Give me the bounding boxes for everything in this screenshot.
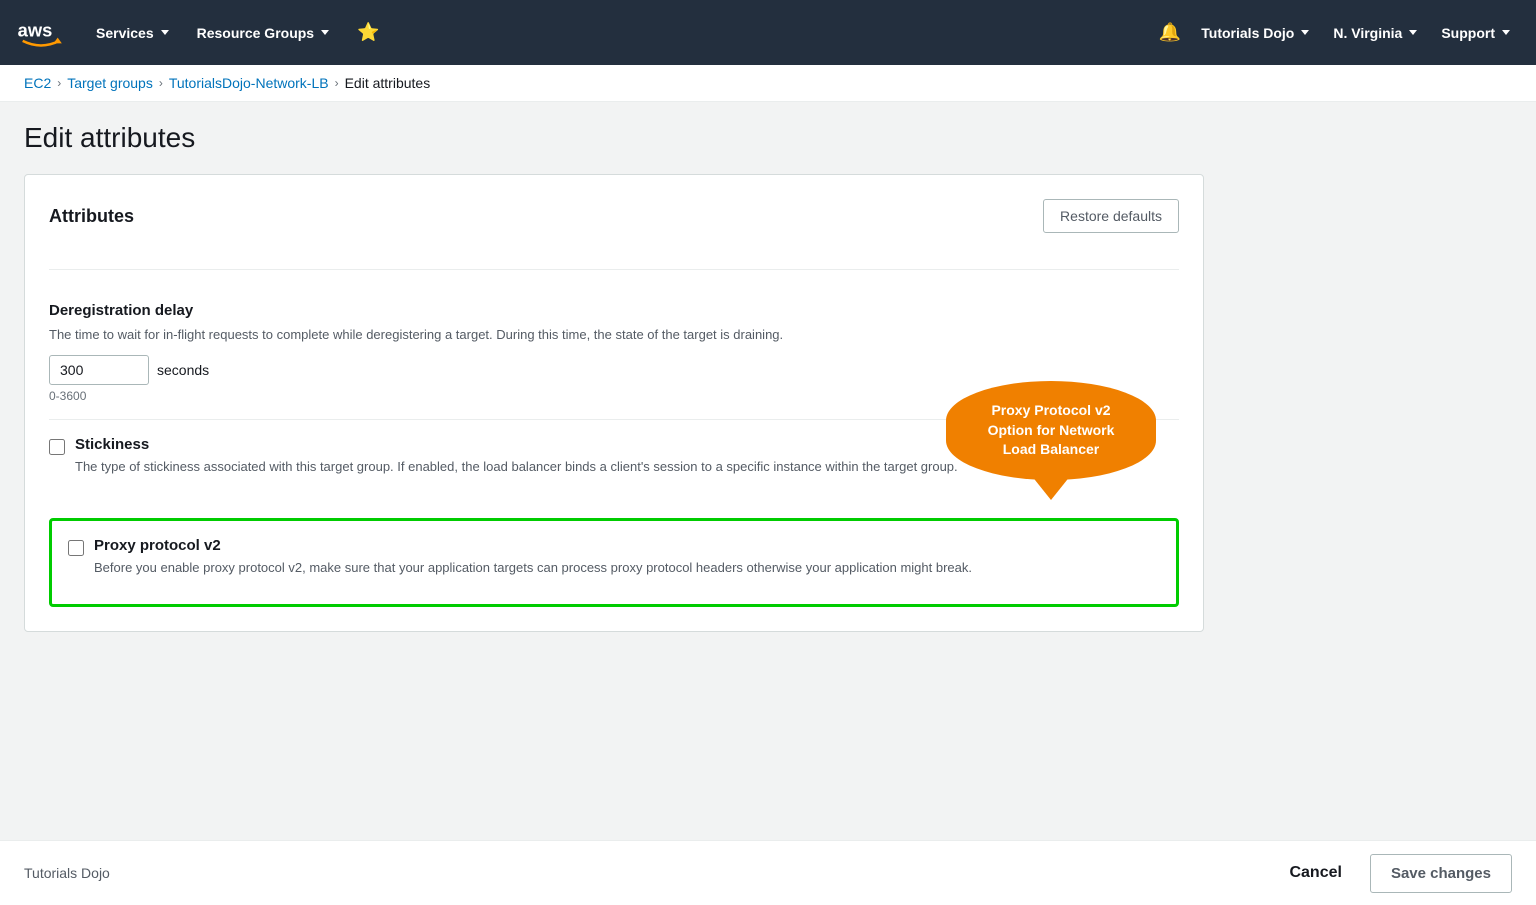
support-menu[interactable]: Support	[1431, 19, 1520, 47]
deregistration-delay-description: The time to wait for in-flight requests …	[49, 325, 949, 345]
card-title: Attributes	[49, 206, 134, 227]
card-header: Attributes Restore defaults	[49, 199, 1179, 249]
attributes-card: Attributes Restore defaults Deregistrati…	[24, 174, 1204, 632]
breadcrumb-sep-1: ›	[57, 76, 61, 90]
proxy-protocol-checkbox[interactable]	[68, 540, 84, 556]
footer-brand: Tutorials Dojo	[24, 865, 110, 881]
page-title: Edit attributes	[24, 122, 1512, 154]
services-chevron-icon	[161, 30, 169, 35]
tutorials-dojo-menu[interactable]: Tutorials Dojo	[1191, 19, 1319, 47]
footer-actions: Cancel Save changes	[1277, 854, 1512, 893]
proxy-protocol-description: Before you enable proxy protocol v2, mak…	[94, 558, 972, 578]
svg-text:aws: aws	[18, 19, 53, 40]
top-navigation: aws Services Resource Groups ⭐ 🔔 Tutoria…	[0, 0, 1536, 65]
deregistration-delay-unit: seconds	[157, 362, 209, 378]
proxy-protocol-checkbox-row: Proxy protocol v2 Before you enable prox…	[68, 537, 1160, 588]
breadcrumb-lb-name[interactable]: TutorialsDojo-Network-LB	[169, 75, 329, 91]
support-chevron-icon	[1502, 30, 1510, 35]
breadcrumb-ec2[interactable]: EC2	[24, 75, 51, 91]
main-content: Edit attributes Attributes Restore defau…	[0, 102, 1536, 877]
restore-defaults-button[interactable]: Restore defaults	[1043, 199, 1179, 233]
proxy-protocol-label-group: Proxy protocol v2 Before you enable prox…	[94, 537, 972, 588]
breadcrumb: EC2 › Target groups › TutorialsDojo-Netw…	[0, 65, 1536, 102]
stickiness-label: Stickiness	[75, 436, 958, 453]
notifications-icon[interactable]: 🔔	[1153, 16, 1187, 49]
breadcrumb-target-groups[interactable]: Target groups	[67, 75, 153, 91]
breadcrumb-sep-2: ›	[159, 76, 163, 90]
star-icon: ⭐	[357, 22, 379, 43]
proxy-protocol-section: Proxy Protocol v2 Option for Network Loa…	[49, 518, 1179, 607]
stickiness-label-group: Stickiness The type of stickiness associ…	[75, 436, 958, 487]
resource-groups-chevron-icon	[321, 30, 329, 35]
nav-right-section: 🔔 Tutorials Dojo N. Virginia Support	[1153, 16, 1520, 49]
deregistration-delay-input-row: seconds	[49, 355, 1179, 385]
breadcrumb-current: Edit attributes	[345, 75, 431, 91]
card-divider	[49, 269, 1179, 270]
proxy-protocol-tooltip: Proxy Protocol v2 Option for Network Loa…	[946, 381, 1156, 480]
services-menu[interactable]: Services	[86, 19, 179, 47]
stickiness-checkbox[interactable]	[49, 439, 65, 455]
deregistration-delay-label: Deregistration delay	[49, 302, 1179, 319]
save-changes-button[interactable]: Save changes	[1370, 854, 1512, 893]
proxy-protocol-label: Proxy protocol v2	[94, 537, 972, 554]
resource-groups-menu[interactable]: Resource Groups	[187, 19, 339, 47]
breadcrumb-sep-3: ›	[335, 76, 339, 90]
aws-logo[interactable]: aws	[16, 18, 66, 48]
stickiness-description: The type of stickiness associated with t…	[75, 457, 958, 477]
deregistration-delay-input[interactable]	[49, 355, 149, 385]
region-menu[interactable]: N. Virginia	[1323, 19, 1427, 47]
bookmarks-button[interactable]: ⭐	[347, 16, 389, 49]
cancel-button[interactable]: Cancel	[1277, 856, 1353, 890]
page-footer: Tutorials Dojo Cancel Save changes	[0, 840, 1536, 905]
tutorials-dojo-chevron-icon	[1301, 30, 1309, 35]
region-chevron-icon	[1409, 30, 1417, 35]
